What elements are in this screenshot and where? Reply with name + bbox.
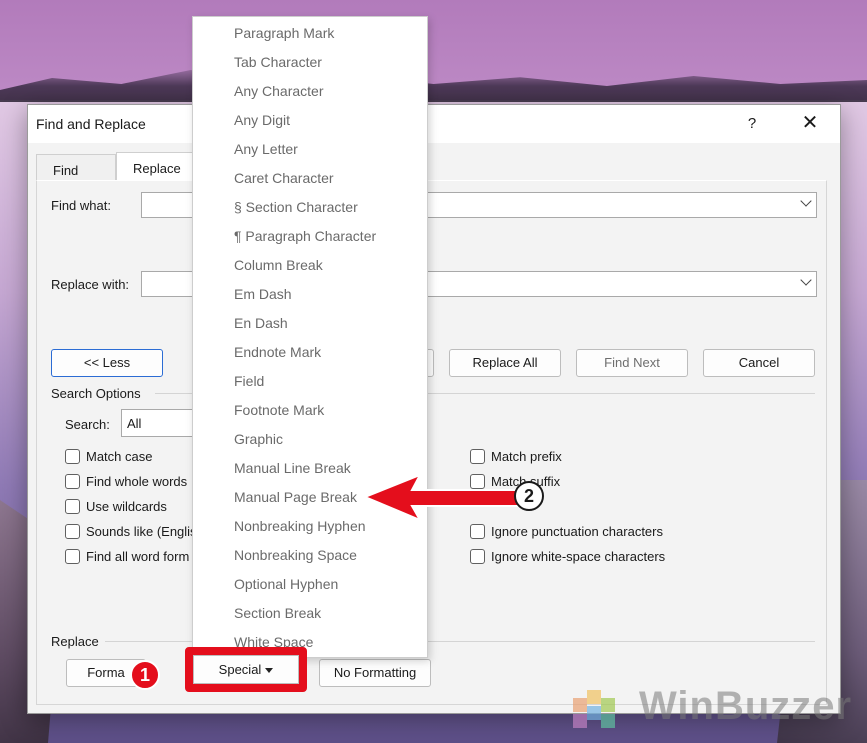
- watermark-text: WinBuzzer: [639, 684, 853, 728]
- replace-panel: Find what: Replace with: << Less Replace…: [36, 180, 827, 705]
- tab-find[interactable]: Find: [36, 154, 116, 180]
- replace-all-button[interactable]: Replace All: [449, 349, 561, 377]
- menu-item-nonbreaking-space[interactable]: Nonbreaking Space: [234, 547, 357, 563]
- winbuzzer-logo-icon: [573, 690, 615, 728]
- find-next-button[interactable]: Find Next: [576, 349, 688, 377]
- option-match-prefix[interactable]: Match prefix: [470, 447, 562, 465]
- no-formatting-button[interactable]: No Formatting: [319, 659, 431, 687]
- find-what-label: Find what:: [51, 198, 111, 213]
- checkbox[interactable]: [65, 448, 80, 464]
- checkbox[interactable]: [65, 523, 80, 539]
- checkbox[interactable]: [470, 548, 485, 564]
- menu-item-manual-page-break[interactable]: Manual Page Break: [234, 489, 357, 505]
- option-find-whole-words[interactable]: Find whole words: [65, 472, 187, 490]
- special-menu: Paragraph Mark Tab Character Any Charact…: [192, 16, 428, 658]
- special-button-highlight: Special: [185, 647, 307, 692]
- checkbox[interactable]: [65, 498, 80, 514]
- option-sounds-like[interactable]: Sounds like (Englis: [65, 522, 197, 540]
- find-replace-dialog: Find and Replace ? ✕ Find Replace Find w…: [27, 104, 841, 714]
- chevron-down-icon[interactable]: [800, 195, 812, 207]
- menu-item-paragraph-mark[interactable]: Paragraph Mark: [234, 25, 334, 41]
- step-1-badge: 1: [130, 660, 160, 690]
- menu-item-em-dash[interactable]: Em Dash: [234, 286, 292, 302]
- search-direction-select[interactable]: All: [121, 409, 201, 437]
- search-label: Search:: [65, 417, 110, 432]
- checkbox[interactable]: [65, 473, 80, 489]
- tab-replace[interactable]: Replace: [116, 152, 194, 180]
- search-options-label: Search Options: [51, 386, 141, 401]
- menu-item-optional-hyphen[interactable]: Optional Hyphen: [234, 576, 338, 592]
- menu-item-endnote-mark[interactable]: Endnote Mark: [234, 344, 321, 360]
- menu-item-caret-character[interactable]: Caret Character: [234, 170, 334, 186]
- step-2-badge: 2: [514, 481, 544, 511]
- option-match-case[interactable]: Match case: [65, 447, 152, 465]
- less-button[interactable]: << Less: [51, 349, 163, 377]
- option-use-wildcards[interactable]: Use wildcards: [65, 497, 167, 515]
- cancel-button[interactable]: Cancel: [703, 349, 815, 377]
- special-button[interactable]: Special: [193, 655, 299, 684]
- dialog-title: Find and Replace: [36, 116, 146, 132]
- menu-item-section-character[interactable]: § Section Character: [234, 199, 358, 215]
- menu-item-section-break[interactable]: Section Break: [234, 605, 321, 621]
- replace-with-label: Replace with:: [51, 277, 130, 292]
- menu-item-en-dash[interactable]: En Dash: [234, 315, 288, 331]
- checkbox[interactable]: [470, 448, 485, 464]
- option-ignore-white-space[interactable]: Ignore white-space characters: [470, 547, 665, 565]
- help-button[interactable]: ?: [745, 113, 759, 135]
- menu-item-nonbreaking-hyphen[interactable]: Nonbreaking Hyphen: [234, 518, 366, 534]
- menu-item-any-letter[interactable]: Any Letter: [234, 141, 298, 157]
- menu-item-any-character[interactable]: Any Character: [234, 83, 323, 99]
- menu-item-tab-character[interactable]: Tab Character: [234, 54, 322, 70]
- menu-item-paragraph-character[interactable]: ¶ Paragraph Character: [234, 228, 376, 244]
- checkbox[interactable]: [65, 548, 80, 564]
- menu-item-manual-line-break[interactable]: Manual Line Break: [234, 460, 351, 476]
- watermark: WinBuzzer: [563, 678, 863, 738]
- replace-section-label: Replace: [51, 634, 99, 649]
- search-direction-value: All: [127, 416, 142, 431]
- menu-item-column-break[interactable]: Column Break: [234, 257, 323, 273]
- close-button[interactable]: ✕: [798, 111, 822, 135]
- distant-hills: [0, 70, 867, 102]
- dialog-titlebar: Find and Replace ? ✕: [28, 105, 840, 143]
- menu-item-field[interactable]: Field: [234, 373, 264, 389]
- caret-down-icon: [265, 668, 274, 674]
- option-find-all-word-forms[interactable]: Find all word form: [65, 547, 189, 565]
- menu-item-any-digit[interactable]: Any Digit: [234, 112, 290, 128]
- menu-item-graphic[interactable]: Graphic: [234, 431, 283, 447]
- menu-item-footnote-mark[interactable]: Footnote Mark: [234, 402, 324, 418]
- chevron-down-icon[interactable]: [800, 274, 812, 286]
- arrow-left-icon: [362, 473, 521, 523]
